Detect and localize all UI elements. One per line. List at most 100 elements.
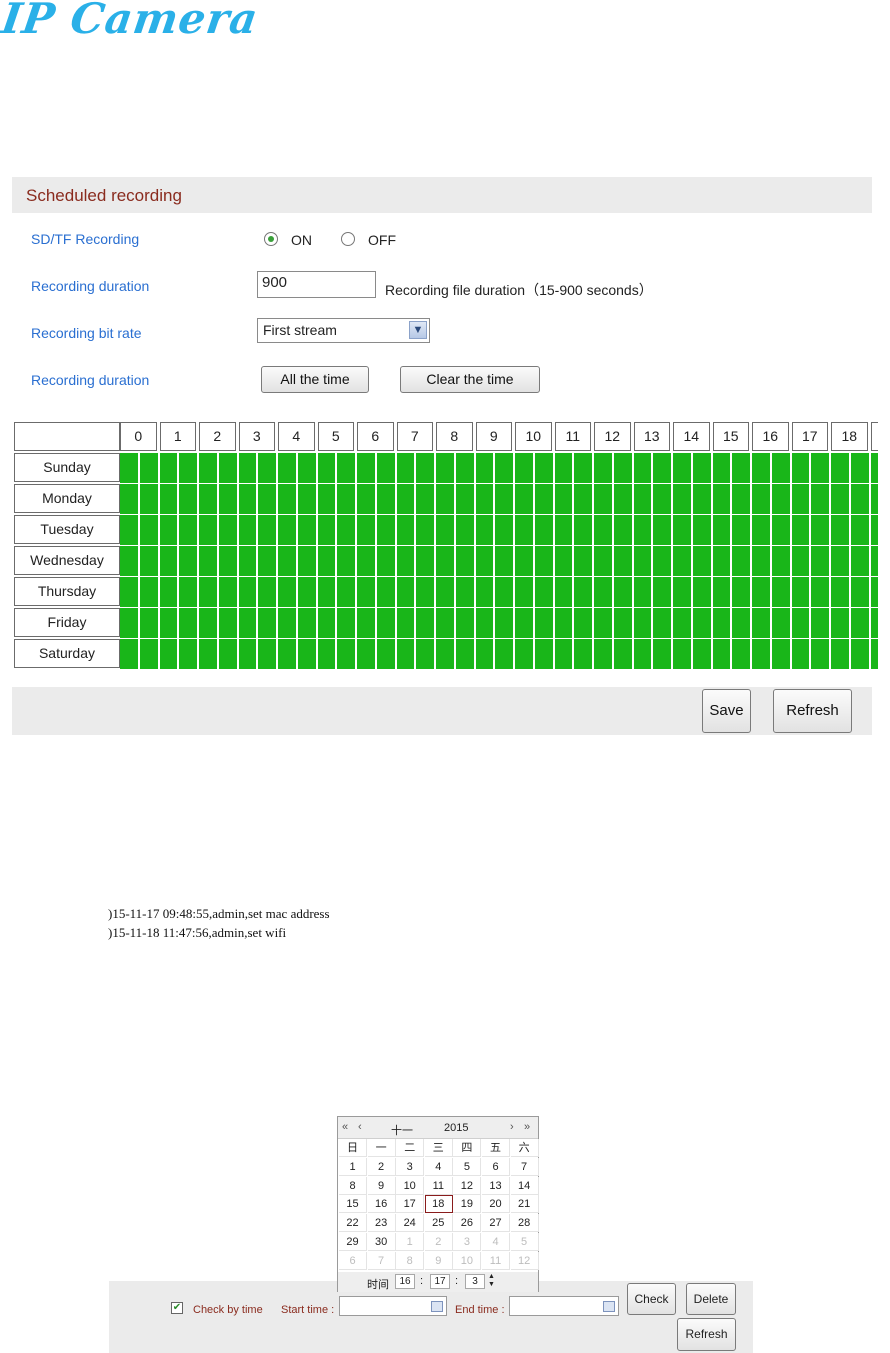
schedule-slot[interactable]	[436, 453, 454, 483]
schedule-slot[interactable]	[199, 453, 217, 483]
calendar-day[interactable]: 26	[453, 1214, 482, 1233]
schedule-slot[interactable]	[297, 515, 316, 545]
schedule-slot[interactable]	[238, 577, 257, 607]
delete-button[interactable]: Delete	[686, 1283, 736, 1315]
schedule-slot[interactable]	[218, 608, 237, 638]
schedule-slot[interactable]	[258, 546, 276, 576]
calendar-day[interactable]: 12	[453, 1176, 482, 1195]
schedule-slot[interactable]	[495, 608, 513, 638]
schedule-slot[interactable]	[574, 639, 592, 669]
schedule-slot[interactable]	[673, 453, 691, 483]
calendar-month[interactable]: 十一	[391, 1122, 413, 1138]
schedule-slot[interactable]	[495, 484, 513, 514]
radio-off[interactable]	[341, 232, 355, 251]
schedule-slot[interactable]	[337, 515, 355, 545]
schedule-slot[interactable]	[179, 639, 197, 669]
radio-off-indicator[interactable]	[341, 232, 355, 246]
calendar-day[interactable]: 14	[510, 1176, 539, 1195]
schedule-slot[interactable]	[139, 453, 158, 483]
schedule-slot[interactable]	[495, 577, 513, 607]
schedule-slot[interactable]	[712, 608, 731, 638]
schedule-slot[interactable]	[771, 577, 790, 607]
schedule-slot[interactable]	[416, 639, 434, 669]
schedule-slot[interactable]	[337, 639, 355, 669]
schedule-slot[interactable]	[771, 453, 790, 483]
calendar-day[interactable]: 3	[453, 1233, 482, 1251]
schedule-slot[interactable]	[396, 577, 415, 607]
schedule-slot[interactable]	[120, 608, 138, 638]
calendar-day[interactable]: 24	[396, 1214, 425, 1233]
schedule-slot[interactable]	[633, 453, 652, 483]
schedule-slot[interactable]	[139, 608, 158, 638]
calendar-day[interactable]: 1	[339, 1157, 367, 1176]
hour-field[interactable]: 16	[395, 1274, 415, 1289]
calendar-day[interactable]: 3	[396, 1157, 425, 1176]
schedule-slot[interactable]	[120, 639, 138, 669]
schedule-slot[interactable]	[732, 515, 750, 545]
schedule-slot[interactable]	[613, 515, 632, 545]
calendar-day[interactable]: 5	[453, 1157, 482, 1176]
schedule-slot[interactable]	[297, 484, 316, 514]
schedule-slot[interactable]	[139, 577, 158, 607]
calendar-day[interactable]: 21	[510, 1195, 539, 1214]
clear-the-time-button[interactable]: Clear the time	[400, 366, 540, 393]
schedule-slot[interactable]	[712, 546, 731, 576]
schedule-slot[interactable]	[357, 453, 375, 483]
calendar-day[interactable]: 10	[453, 1251, 482, 1270]
calendar-day[interactable]: 9	[424, 1251, 453, 1270]
schedule-slot[interactable]	[317, 515, 336, 545]
schedule-slot[interactable]	[613, 453, 632, 483]
schedule-slot[interactable]	[436, 577, 454, 607]
schedule-slot[interactable]	[159, 484, 178, 514]
schedule-slot[interactable]	[613, 484, 632, 514]
schedule-slot[interactable]	[159, 577, 178, 607]
schedule-slot[interactable]	[653, 515, 671, 545]
schedule-slot[interactable]	[199, 484, 217, 514]
calendar-day[interactable]: 5	[510, 1233, 539, 1251]
schedule-slot[interactable]	[337, 484, 355, 514]
schedule-slot[interactable]	[574, 515, 592, 545]
schedule-slot[interactable]	[534, 515, 553, 545]
schedule-slot[interactable]	[120, 577, 138, 607]
calendar-day[interactable]: 22	[339, 1214, 367, 1233]
schedule-slot[interactable]	[692, 515, 711, 545]
schedule-slot[interactable]	[357, 484, 375, 514]
calendar-day[interactable]: 23	[367, 1214, 396, 1233]
schedule-slot[interactable]	[317, 484, 336, 514]
schedule-slot[interactable]	[159, 608, 178, 638]
schedule-slot[interactable]	[455, 608, 474, 638]
schedule-slot[interactable]	[495, 515, 513, 545]
schedule-slot[interactable]	[574, 577, 592, 607]
schedule-slot[interactable]	[238, 484, 257, 514]
schedule-slot[interactable]	[396, 639, 415, 669]
schedule-slot[interactable]	[317, 453, 336, 483]
schedule-slot[interactable]	[554, 546, 573, 576]
schedule-slot[interactable]	[732, 546, 750, 576]
schedule-slot[interactable]	[752, 515, 770, 545]
schedule-slot[interactable]	[120, 546, 138, 576]
schedule-slot[interactable]	[238, 608, 257, 638]
schedule-slot[interactable]	[534, 608, 553, 638]
schedule-slot[interactable]	[139, 546, 158, 576]
schedule-slot[interactable]	[791, 484, 810, 514]
schedule-slot[interactable]	[376, 453, 395, 483]
schedule-slot[interactable]	[850, 577, 869, 607]
schedule-slot[interactable]	[732, 608, 750, 638]
schedule-slot[interactable]	[653, 453, 671, 483]
schedule-slot[interactable]	[376, 577, 395, 607]
schedule-slot[interactable]	[692, 577, 711, 607]
schedule-slot[interactable]	[515, 515, 533, 545]
schedule-slot[interactable]	[752, 577, 770, 607]
schedule-slot[interactable]	[831, 639, 849, 669]
schedule-slot[interactable]	[771, 484, 790, 514]
schedule-slot[interactable]	[831, 484, 849, 514]
minute-field[interactable]: 17	[430, 1274, 450, 1289]
schedule-slot[interactable]	[238, 515, 257, 545]
calendar-day[interactable]: 13	[482, 1176, 510, 1195]
calendar-day[interactable]: 2	[367, 1157, 396, 1176]
prev-year-icon[interactable]: «	[342, 1121, 348, 1133]
schedule-slot[interactable]	[653, 546, 671, 576]
calendar-day[interactable]: 18	[424, 1195, 453, 1214]
calendar-day[interactable]: 11	[424, 1176, 453, 1195]
schedule-slot[interactable]	[673, 515, 691, 545]
